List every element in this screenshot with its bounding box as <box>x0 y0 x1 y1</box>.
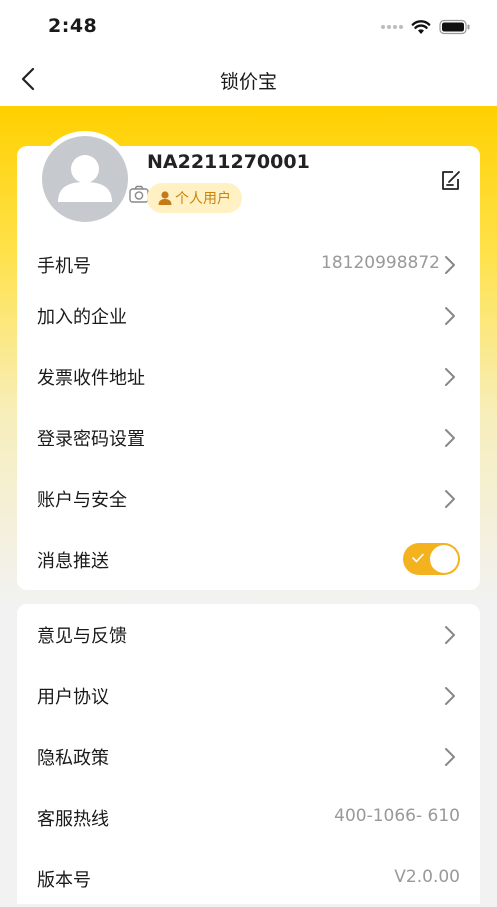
row-label: 登录密码设置 <box>37 429 145 450</box>
settings-row-invoice-address[interactable]: 发票收件地址 <box>17 349 480 405</box>
settings-row-account-security[interactable]: 账户与安全 <box>17 471 480 527</box>
chevron-right-icon <box>445 490 455 508</box>
chevron-right-icon <box>445 307 455 325</box>
avatar[interactable] <box>37 131 149 227</box>
push-notifications-toggle[interactable] <box>403 543 460 575</box>
row-label: 客服热线 <box>37 809 109 830</box>
settings-row-joined-companies[interactable]: 加入的企业 <box>17 288 480 344</box>
hotline-number: 400-1066- 610 <box>334 806 460 826</box>
row-label: 用户协议 <box>37 687 109 708</box>
page-title: 锁价宝 <box>219 71 277 93</box>
chevron-right-icon <box>445 256 455 274</box>
row-label: 加入的企业 <box>37 307 127 328</box>
chevron-right-icon <box>445 687 455 705</box>
signal-icon <box>381 25 403 29</box>
toggle-knob <box>430 545 458 573</box>
nav-bar: 锁价宝 <box>0 52 497 106</box>
row-label: 消息推送 <box>37 551 109 572</box>
settings-row-phone[interactable]: 手机号 18120998872 <box>17 237 480 293</box>
edit-icon[interactable] <box>438 168 464 194</box>
phone-number: 18120998872 <box>321 253 440 273</box>
settings-row-version: 版本号 V2.0.00 <box>17 851 480 907</box>
user-type-label: 个人用户 <box>175 191 231 207</box>
avatar-placeholder-icon <box>42 136 128 222</box>
wifi-icon <box>411 20 431 34</box>
user-type-badge: 个人用户 <box>147 183 242 213</box>
settings-row-login-password[interactable]: 登录密码设置 <box>17 410 480 466</box>
row-label: 手机号 <box>37 256 91 277</box>
chevron-right-icon <box>445 429 455 447</box>
row-label: 版本号 <box>37 870 91 891</box>
person-icon <box>158 191 172 205</box>
support-card: 意见与反馈 用户协议 隐私政策 客服热线 400-1066- 610 版本号 V… <box>17 604 480 904</box>
row-label: 账户与安全 <box>37 490 127 511</box>
profile-settings-card: NA2211270001 个人用户 手机号 18120998872 加入的企业 … <box>17 131 480 590</box>
row-label: 隐私政策 <box>37 748 109 769</box>
chevron-right-icon <box>445 368 455 386</box>
battery-icon <box>439 19 470 35</box>
settings-row-user-agreement[interactable]: 用户协议 <box>17 668 480 724</box>
row-label: 发票收件地址 <box>37 368 145 389</box>
settings-row-push-notifications: 消息推送 <box>17 532 480 588</box>
settings-row-privacy-policy[interactable]: 隐私政策 <box>17 729 480 785</box>
chevron-right-icon <box>445 626 455 644</box>
status-bar: 2:48 <box>0 0 497 52</box>
settings-row-customer-hotline[interactable]: 客服热线 400-1066- 610 <box>17 790 480 846</box>
check-icon <box>412 553 424 563</box>
settings-row-feedback[interactable]: 意见与反馈 <box>17 607 480 663</box>
status-time: 2:48 <box>48 15 98 37</box>
version-number: V2.0.00 <box>394 867 460 887</box>
chevron-right-icon <box>445 748 455 766</box>
row-label: 意见与反馈 <box>37 626 127 647</box>
user-id: NA2211270001 <box>147 151 310 173</box>
status-icons <box>381 19 471 35</box>
